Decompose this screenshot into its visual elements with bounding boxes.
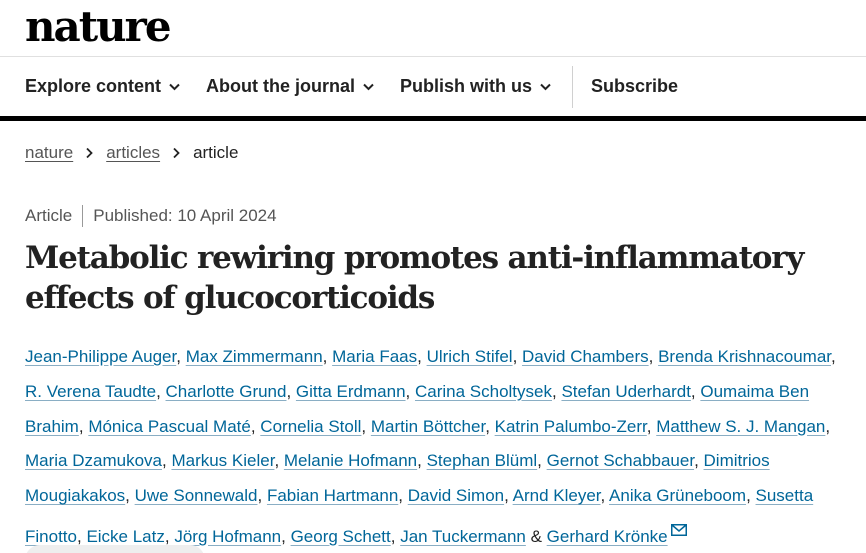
author-link[interactable]: Mónica Pascual Maté — [88, 417, 251, 436]
author-separator: , — [417, 451, 427, 471]
author-link[interactable]: Maria Faas — [332, 347, 417, 366]
author-separator: , — [286, 381, 296, 401]
author-list: Jean-Philippe Auger, Max Zimmermann, Mar… — [25, 340, 850, 553]
author-separator: , — [322, 347, 333, 366]
author-link[interactable]: Arnd Kleyer — [513, 486, 601, 505]
author-link[interactable]: Carina Scholtysek — [415, 382, 552, 401]
author-separator: , — [250, 416, 261, 436]
main-nav: Explore content About the journal Publis… — [0, 57, 866, 121]
chevron-right-icon — [85, 147, 94, 159]
author-link[interactable]: R. Verena Taudte — [25, 382, 156, 401]
nav-publish-with-us-label: Publish with us — [400, 76, 533, 96]
author-link[interactable]: Anika Grüneboom — [609, 486, 746, 505]
author-separator: , — [648, 347, 659, 366]
author-separator: , — [257, 486, 267, 506]
breadcrumb-nature[interactable]: nature — [25, 143, 73, 163]
author-link[interactable]: David Chambers — [522, 347, 649, 366]
breadcrumb-articles[interactable]: articles — [106, 143, 160, 163]
author-link[interactable]: Charlotte Grund — [166, 382, 287, 401]
author-separator: , — [646, 416, 657, 436]
partial-button[interactable] — [25, 545, 205, 553]
author-link[interactable]: Eicke Latz — [86, 527, 164, 546]
author-separator: & — [525, 526, 547, 546]
author-separator: , — [274, 451, 284, 471]
author-separator: , — [694, 451, 704, 471]
author-link[interactable]: Gitta Erdmann — [296, 382, 406, 401]
author-separator: , — [831, 347, 836, 366]
author-separator: , — [156, 381, 166, 401]
author-link[interactable]: Jean-Philippe Auger — [25, 347, 176, 366]
author-separator: , — [361, 416, 371, 436]
author-link[interactable]: Brenda Krishnacoumar — [658, 347, 831, 366]
author-link[interactable]: Matthew S. J. Mangan — [656, 417, 825, 436]
author-separator: , — [690, 381, 701, 401]
author-separator: , — [78, 416, 89, 436]
author-separator: , — [600, 486, 610, 506]
meta-divider — [82, 205, 84, 227]
published-date: Published: 10 April 2024 — [93, 206, 277, 225]
author-link[interactable]: Martin Böttcher — [371, 417, 485, 436]
author-separator: , — [405, 381, 415, 401]
author-separator: , — [398, 486, 408, 506]
chevron-down-icon — [540, 81, 551, 92]
chevron-down-icon — [169, 81, 180, 92]
author-separator: , — [164, 526, 175, 546]
author-separator: , — [825, 416, 831, 436]
author-link[interactable]: Jan Tuckermann — [400, 527, 526, 546]
chevron-right-icon — [172, 147, 181, 159]
author-link[interactable]: Jörg Hofmann — [174, 527, 281, 546]
author-separator: , — [281, 526, 291, 546]
author-link[interactable]: Stephan Blüml — [427, 451, 538, 470]
author-link[interactable]: Stefan Uderhardt — [561, 382, 690, 401]
author-separator: , — [176, 347, 186, 366]
author-link[interactable]: Markus Kieler — [171, 451, 274, 470]
author-separator: , — [746, 486, 756, 506]
nav-about-journal[interactable]: About the journal — [206, 76, 374, 97]
author-link[interactable]: Ulrich Stifel — [427, 347, 513, 366]
author-separator: , — [485, 416, 495, 436]
author-link[interactable]: Maria Dzamukova — [25, 451, 162, 470]
author-link[interactable]: Uwe Sonnewald — [135, 486, 258, 505]
nav-about-journal-label: About the journal — [206, 76, 356, 96]
author-separator: , — [125, 486, 135, 506]
article-title: Metabolic rewiring promotes anti-inflamm… — [25, 240, 804, 316]
author-separator: , — [417, 347, 427, 366]
nav-publish-with-us[interactable]: Publish with us — [400, 76, 551, 97]
subscribe-link[interactable]: Subscribe — [591, 76, 678, 97]
mail-icon[interactable] — [670, 514, 687, 536]
author-separator: , — [512, 347, 523, 366]
breadcrumb-current: article — [193, 143, 239, 162]
author-link[interactable]: Katrin Palumbo-Zerr — [495, 417, 647, 436]
author-separator: , — [390, 526, 401, 546]
nav-explore-content[interactable]: Explore content — [25, 76, 180, 97]
breadcrumb: nature articles article — [25, 143, 238, 163]
author-separator: , — [537, 451, 547, 471]
author-link[interactable]: Gerhard Krönke — [547, 527, 668, 546]
article-meta: Article Published: 10 April 2024 — [25, 205, 277, 227]
author-link[interactable]: Cornelia Stoll — [260, 417, 361, 436]
author-link[interactable]: Fabian Hartmann — [267, 486, 398, 505]
nav-explore-content-label: Explore content — [25, 76, 162, 96]
author-link[interactable]: David Simon — [408, 486, 504, 505]
author-link[interactable]: Gernot Schabbauer — [547, 451, 694, 470]
nav-divider — [572, 65, 574, 108]
nature-logo[interactable]: nature — [25, 4, 172, 50]
article-type: Article — [25, 206, 73, 225]
author-link[interactable]: Georg Schett — [291, 527, 391, 546]
author-link[interactable]: Max Zimmermann — [186, 347, 323, 366]
chevron-down-icon — [363, 81, 374, 92]
author-separator: , — [504, 486, 513, 506]
logo-bar: nature — [0, 0, 866, 57]
author-link[interactable]: Melanie Hofmann — [284, 451, 417, 470]
